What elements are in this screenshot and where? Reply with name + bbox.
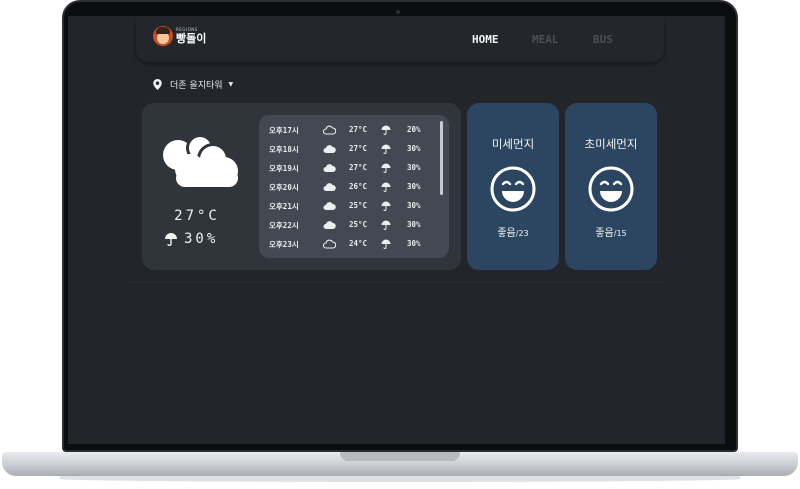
cloud-outline-icon (323, 239, 336, 249)
hourly-forecast-list[interactable]: 오후17시 27°C 20% 오후18시 27°C 30% 오후19시 27°C… (259, 115, 449, 258)
hourly-row: 오후23시 24°C 30% (269, 239, 421, 249)
smile-icon (490, 166, 536, 212)
hourly-row: 오후17시 27°C 20% (269, 125, 421, 135)
nav-home[interactable]: HOME (472, 33, 499, 46)
current-rain-value: 30% (184, 231, 219, 247)
smile-icon (588, 166, 634, 212)
hourly-row: 오후18시 27°C 30% (269, 144, 421, 154)
umbrella-icon (381, 220, 391, 230)
logo-avatar-icon (153, 26, 173, 46)
dust-card-pm10: 미세먼지 좋음/23 (467, 103, 559, 270)
cloud-icon (323, 221, 336, 229)
weather-card: 27°C 30% 오후17시 27°C 20% 오후18시 27°C 30% 오… (142, 103, 461, 270)
caret-down-icon: ▼ (228, 81, 234, 88)
umbrella-icon (165, 233, 177, 246)
hourly-scrollbar[interactable] (440, 121, 443, 195)
umbrella-icon (381, 239, 391, 249)
umbrella-icon (381, 125, 391, 135)
location-name: 더존 을지타워 (170, 81, 223, 91)
hourly-row: 오후21시 25°C 30% (269, 201, 421, 211)
app-screen: REGIONS 빵돌이 HOME MEAL BUS 더존 을지타워 ▼ 27°C (68, 16, 725, 444)
current-rain-chance: 30% (164, 231, 218, 247)
logo[interactable]: REGIONS 빵돌이 (153, 26, 206, 46)
divider (128, 282, 665, 283)
nav-bus[interactable]: BUS (593, 33, 613, 46)
dust-value: /23 (515, 229, 529, 238)
cloud-icon (323, 183, 336, 191)
dust-title: 초미세먼지 (584, 137, 638, 151)
umbrella-icon (381, 182, 391, 192)
navbar: REGIONS 빵돌이 HOME MEAL BUS (136, 16, 664, 62)
umbrella-icon (381, 163, 391, 173)
cloud-outline-icon (323, 125, 336, 135)
hourly-row: 오후19시 27°C 30% (269, 163, 421, 173)
current-temperature: 27°C (174, 208, 220, 224)
hourly-row: 오후22시 25°C 30% (269, 220, 421, 230)
location-pin-icon (153, 79, 162, 90)
umbrella-icon (381, 144, 391, 154)
logo-title: 빵돌이 (176, 32, 207, 45)
cloud-icon (323, 202, 336, 210)
cloud-icon (163, 134, 238, 187)
nav-meal[interactable]: MEAL (532, 33, 559, 46)
camera-icon (396, 10, 400, 14)
laptop-notch (340, 452, 460, 461)
hourly-row: 오후20시 26°C 30% (269, 182, 421, 192)
dust-title: 미세먼지 (491, 137, 535, 151)
dust-status: 좋음/23 (497, 228, 529, 239)
cloud-icon (323, 145, 336, 153)
dust-status: 좋음/15 (595, 228, 627, 239)
dust-card-pm25: 초미세먼지 좋음/15 (565, 103, 657, 270)
laptop-shadow (60, 476, 740, 482)
umbrella-icon (381, 201, 391, 211)
cloud-icon (323, 164, 336, 172)
dust-value: /15 (613, 229, 627, 238)
location-selector[interactable]: 더존 을지타워 ▼ (153, 78, 233, 91)
